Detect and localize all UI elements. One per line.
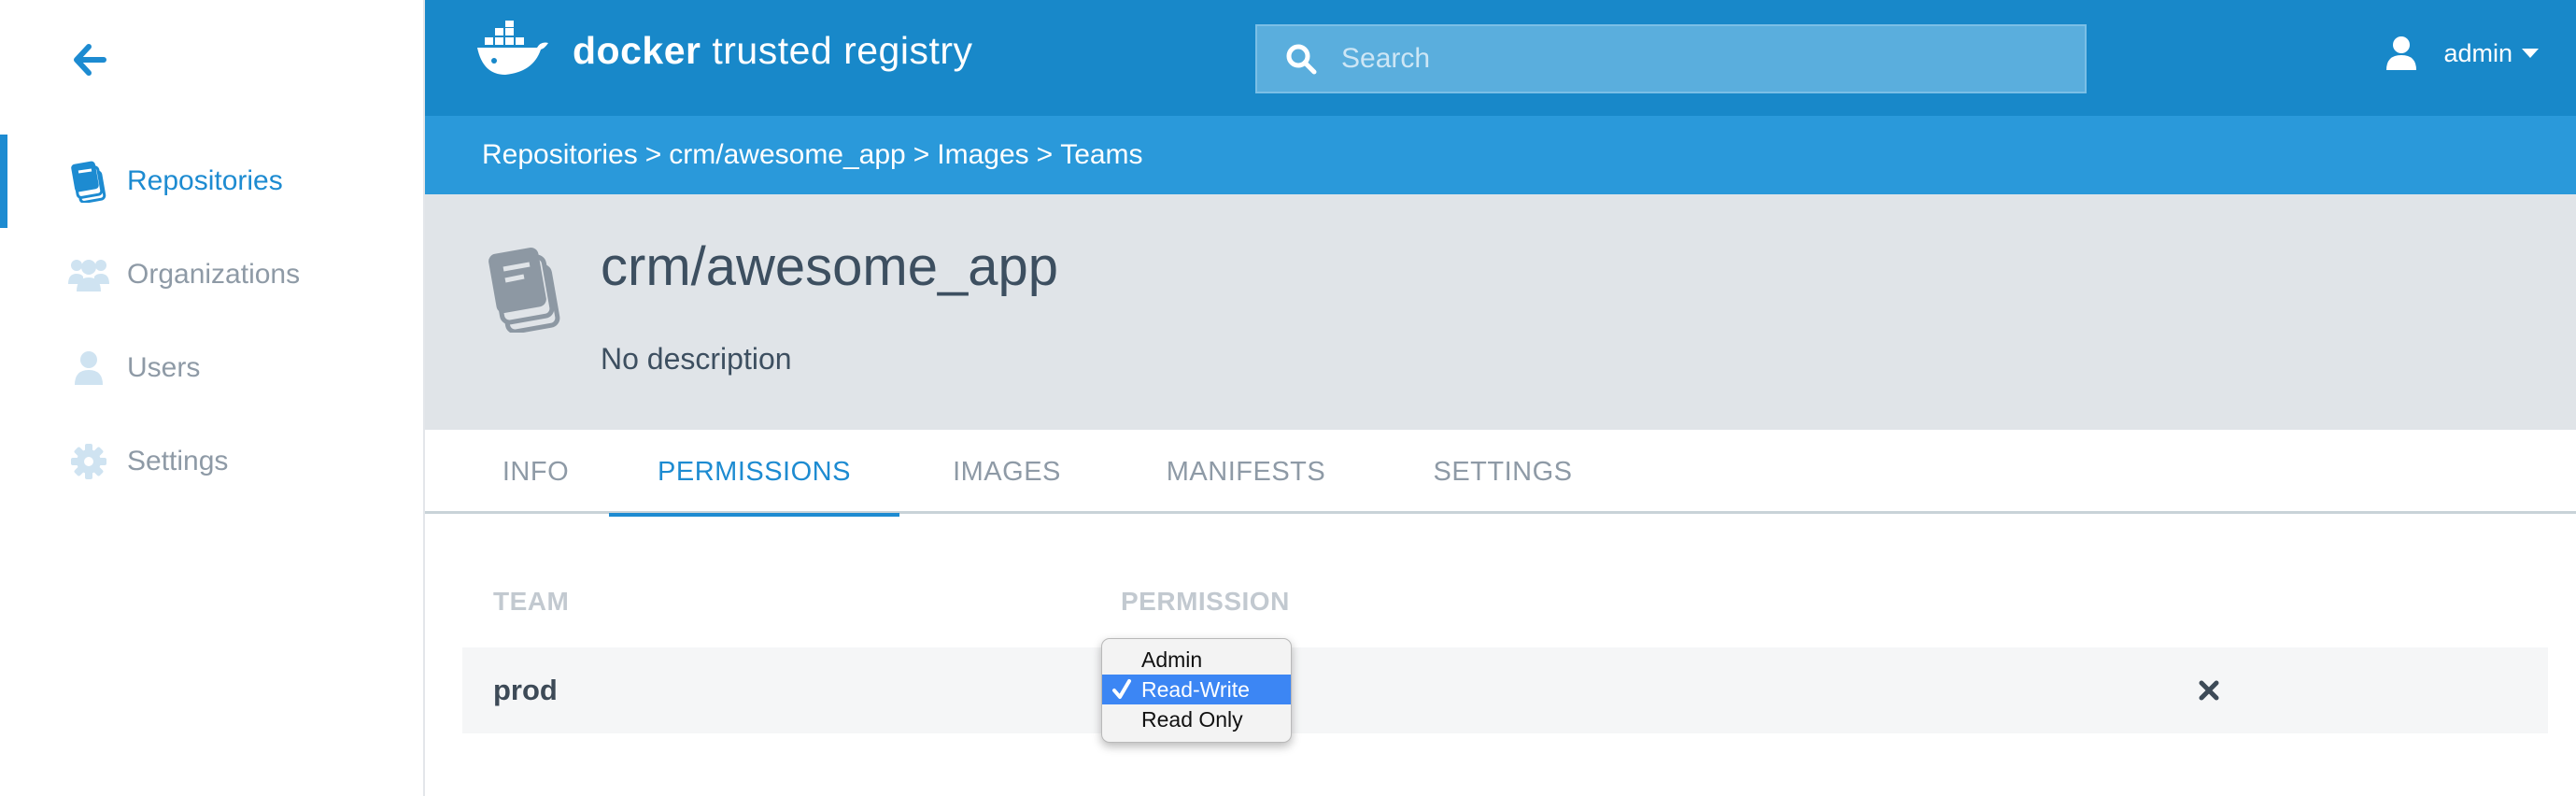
permission-option-read-only[interactable]: Read Only: [1102, 704, 1291, 734]
tab-bar: INFO PERMISSIONS IMAGES MANIFESTS SETTIN…: [425, 430, 2576, 517]
back-button[interactable]: [71, 41, 108, 78]
logo[interactable]: docker trusted registry: [475, 21, 973, 80]
sidebar: Repositories Organizations Users Setting…: [0, 0, 425, 796]
page-title: crm/awesome_app: [601, 236, 1058, 297]
breadcrumb-separator: >: [1036, 139, 1054, 170]
docker-whale-icon: [477, 21, 548, 75]
sidebar-item-settings[interactable]: Settings: [0, 415, 423, 508]
team-name: prod: [493, 674, 558, 706]
sidebar-item-label: Organizations: [127, 259, 301, 290]
repo-header: crm/awesome_app No description: [425, 194, 2576, 430]
search-box[interactable]: [1255, 24, 2087, 93]
repo-description: No description: [601, 342, 792, 376]
option-label: Read Only: [1141, 706, 1243, 732]
search-icon: [1286, 44, 1317, 75]
tab-images[interactable]: IMAGES: [899, 430, 1114, 514]
breadcrumb-separator: >: [644, 139, 662, 170]
username: admin: [2443, 38, 2512, 67]
users-group-icon: [67, 253, 110, 296]
permission-option-read-write[interactable]: Read-Write: [1102, 675, 1291, 704]
sidebar-item-repositories[interactable]: Repositories: [0, 135, 423, 228]
permission-option-admin[interactable]: Admin: [1102, 645, 1291, 675]
repository-icon: [488, 248, 560, 333]
close-icon: [2199, 680, 2219, 701]
option-label: Admin: [1141, 647, 1203, 672]
sidebar-item-label: Repositories: [127, 165, 283, 196]
breadcrumb-repositories[interactable]: Repositories: [482, 139, 638, 171]
breadcrumb-separator: >: [913, 139, 930, 170]
table-row: prod: [462, 647, 2548, 733]
permission-select-dropdown[interactable]: Admin Read-Write Read Only: [1101, 638, 1292, 743]
option-label: Read-Write: [1141, 676, 1250, 702]
breadcrumb-repo[interactable]: crm/awesome_app: [669, 139, 905, 171]
search-input[interactable]: [1341, 43, 2051, 75]
column-header-team: TEAM: [493, 587, 570, 616]
sidebar-item-label: Users: [127, 352, 201, 383]
breadcrumb-images[interactable]: Images: [937, 139, 1028, 171]
user-icon: [67, 347, 110, 390]
sidebar-item-users[interactable]: Users: [0, 321, 423, 415]
column-header-permission: PERMISSION: [1121, 587, 1290, 616]
tab-permissions[interactable]: PERMISSIONS: [609, 430, 899, 517]
book-stack-icon: [67, 160, 110, 203]
sidebar-item-label: Settings: [127, 446, 229, 476]
sidebar-nav: Repositories Organizations Users Setting…: [0, 135, 423, 508]
gear-icon: [67, 440, 110, 483]
app-title: docker trusted registry: [573, 28, 973, 72]
checkmark-icon: [1112, 679, 1131, 699]
breadcrumb-teams: Teams: [1060, 139, 1143, 170]
arrow-left-icon: [74, 44, 106, 76]
tab-info[interactable]: INFO: [462, 430, 609, 514]
tab-settings[interactable]: SETTINGS: [1378, 430, 1628, 514]
remove-team-button[interactable]: [2192, 674, 2226, 707]
user-menu[interactable]: admin: [2385, 36, 2539, 71]
user-avatar-icon: [2386, 36, 2417, 70]
top-bar: docker trusted registry admin: [425, 0, 2576, 116]
tab-manifests[interactable]: MANIFESTS: [1114, 430, 1378, 514]
chevron-down-icon: [2522, 49, 2539, 58]
breadcrumb: Repositories > crm/awesome_app > Images …: [425, 116, 2576, 194]
sidebar-item-organizations[interactable]: Organizations: [0, 228, 423, 321]
